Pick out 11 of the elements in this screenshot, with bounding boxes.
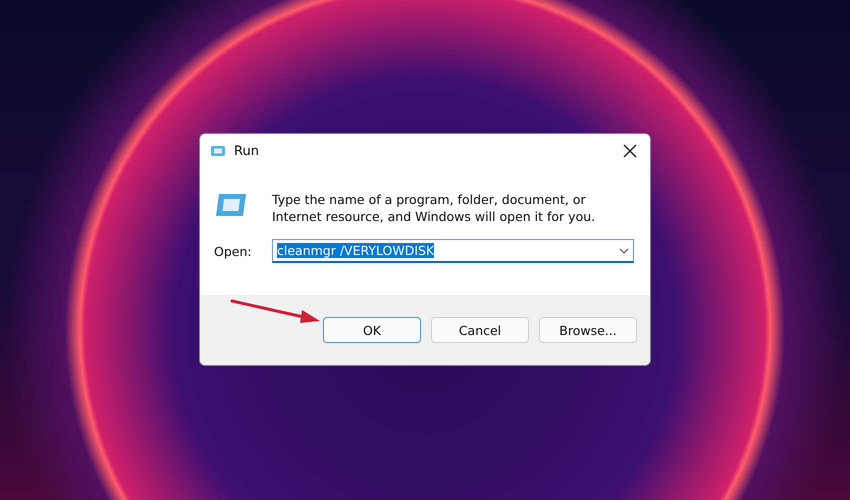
close-button[interactable] xyxy=(622,143,638,159)
run-icon xyxy=(210,145,226,157)
run-icon xyxy=(214,192,248,218)
open-label: Open: xyxy=(214,244,253,258)
open-combobox[interactable]: cleanmgr /VERYLOWDISK xyxy=(272,239,634,263)
dialog-button[interactable]: Browse... xyxy=(539,317,637,343)
window-title: Run xyxy=(234,144,260,158)
dialog-button[interactable]: OK xyxy=(323,317,421,343)
dialog-button[interactable]: Cancel xyxy=(431,317,529,343)
instruction-text: Type the name of a program, folder, document, or Internet resource, and Windows will open it for you. xyxy=(272,191,596,225)
dropdown-chevron-icon[interactable] xyxy=(619,248,629,254)
